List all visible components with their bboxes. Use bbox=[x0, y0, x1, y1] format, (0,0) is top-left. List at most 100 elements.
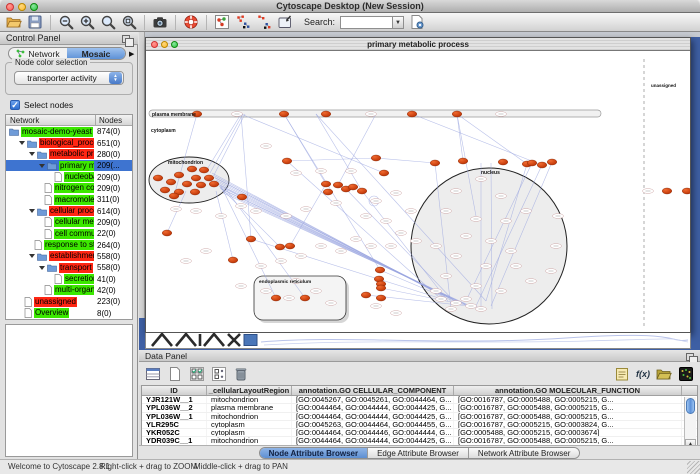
network-node[interactable] bbox=[228, 257, 238, 263]
network-node[interactable] bbox=[162, 230, 172, 236]
network-node[interactable] bbox=[321, 181, 331, 187]
column-header-molecular-function[interactable]: annotation.GO MOLECULAR_FUNCTION bbox=[454, 386, 682, 395]
tree-row[interactable]: cellular process614(0) bbox=[6, 205, 132, 216]
network-node[interactable] bbox=[371, 155, 381, 161]
tree-row[interactable]: secretion41(0) bbox=[6, 273, 132, 284]
zoom-window-button[interactable] bbox=[30, 3, 38, 11]
table-row[interactable]: YKR052Ccytoplasm[GO:0044464, GO:0044446,… bbox=[142, 429, 697, 437]
network-node[interactable] bbox=[376, 285, 386, 291]
search-dropdown-arrow[interactable]: ▼ bbox=[392, 16, 404, 29]
new-attribute-icon[interactable] bbox=[167, 366, 183, 382]
network-node[interactable] bbox=[407, 111, 417, 117]
column-header-region[interactable]: _cellularLayoutRegion bbox=[207, 386, 292, 395]
network-node[interactable] bbox=[153, 175, 163, 181]
tree-row[interactable]: establishment of lo558(0) bbox=[6, 251, 132, 262]
network-canvas[interactable]: plasma membranecytoplasmmitochondrionnuc… bbox=[146, 51, 690, 332]
network-node[interactable] bbox=[237, 194, 247, 200]
tree-expand-arrow-icon[interactable] bbox=[39, 266, 45, 270]
network-node[interactable] bbox=[348, 184, 358, 190]
network-node[interactable] bbox=[246, 236, 256, 242]
network-node[interactable] bbox=[376, 295, 386, 301]
network-node[interactable] bbox=[682, 188, 690, 194]
resize-grip[interactable] bbox=[687, 461, 700, 474]
close-window-button[interactable] bbox=[6, 3, 14, 11]
network-node[interactable] bbox=[458, 158, 468, 164]
help-icon[interactable] bbox=[183, 14, 199, 30]
network-node[interactable] bbox=[361, 292, 371, 298]
tree-expand-arrow-icon[interactable] bbox=[39, 164, 45, 168]
tree-row[interactable]: nucleobase-209(0) bbox=[6, 171, 132, 182]
network-node[interactable] bbox=[430, 160, 440, 166]
attribute-columns-icon[interactable] bbox=[145, 366, 161, 382]
tree-row[interactable]: mosaic-demo-yeast874(0) bbox=[6, 126, 132, 137]
network-node[interactable] bbox=[182, 181, 192, 187]
network-node[interactable] bbox=[537, 162, 547, 168]
network-node[interactable] bbox=[196, 182, 206, 188]
notes-icon[interactable] bbox=[614, 366, 630, 382]
tree-expand-arrow-icon[interactable] bbox=[29, 254, 35, 258]
network-node[interactable] bbox=[169, 193, 179, 199]
network-node[interactable] bbox=[160, 187, 170, 193]
tree-row[interactable]: Overview8(0) bbox=[6, 308, 132, 319]
tab-network-attribute-browser[interactable]: Network Attribute Browser bbox=[469, 448, 579, 458]
network-node[interactable] bbox=[379, 170, 389, 176]
tree-row[interactable]: response to stimulu264(0) bbox=[6, 239, 132, 250]
import-network-icon[interactable] bbox=[277, 14, 293, 30]
layout-nodes-a-icon[interactable] bbox=[235, 14, 251, 30]
layout-nodes-b-icon[interactable] bbox=[256, 14, 272, 30]
table-row[interactable]: YLR295Ccytoplasm[GO:0045263, GO:0044464,… bbox=[142, 421, 697, 429]
table-row[interactable]: YPL036W__2plasma membrane[GO:0044464, GO… bbox=[142, 404, 697, 412]
network-node[interactable] bbox=[333, 182, 343, 188]
network-node[interactable] bbox=[357, 188, 367, 194]
search-options-icon[interactable] bbox=[409, 14, 425, 30]
tree-row[interactable]: biological_process651(0) bbox=[6, 137, 132, 148]
zoom-network-window-button[interactable] bbox=[171, 41, 178, 48]
matrix-view-icon[interactable] bbox=[678, 366, 694, 382]
snapshot-icon[interactable] bbox=[152, 14, 168, 30]
tree-row[interactable]: cell communicat22(0) bbox=[6, 228, 132, 239]
tree-row[interactable]: metabolic process280(0) bbox=[6, 149, 132, 160]
tree-expand-arrow-icon[interactable] bbox=[19, 141, 25, 145]
zoom-in-icon[interactable] bbox=[79, 14, 95, 30]
network-node[interactable] bbox=[321, 111, 331, 117]
tree-row[interactable]: macromolecule311(0) bbox=[6, 194, 132, 205]
minimize-network-window-button[interactable] bbox=[161, 41, 168, 48]
save-session-icon[interactable] bbox=[27, 14, 43, 30]
network-node[interactable] bbox=[279, 111, 289, 117]
network-node[interactable] bbox=[187, 166, 197, 172]
network-node[interactable] bbox=[271, 295, 281, 301]
float-data-panel-icon[interactable] bbox=[686, 353, 694, 361]
tab-edge-attribute-browser[interactable]: Edge Attribute Browser bbox=[368, 448, 469, 458]
annotations-icon[interactable] bbox=[214, 14, 230, 30]
network-node[interactable] bbox=[375, 267, 385, 273]
delete-attribute-icon[interactable] bbox=[233, 366, 249, 382]
network-node[interactable] bbox=[662, 188, 672, 194]
search-input[interactable] bbox=[340, 16, 392, 29]
network-node[interactable] bbox=[190, 189, 200, 195]
open-session-icon[interactable] bbox=[6, 14, 22, 30]
network-node[interactable] bbox=[323, 189, 333, 195]
close-network-window-button[interactable] bbox=[151, 41, 158, 48]
unselect-attributes-icon[interactable] bbox=[211, 366, 227, 382]
formula-builder-icon[interactable]: f(x) bbox=[636, 366, 650, 382]
network-node[interactable] bbox=[547, 159, 557, 165]
network-node[interactable] bbox=[452, 111, 462, 117]
network-node[interactable] bbox=[199, 167, 209, 173]
table-row[interactable]: YPL036W__1mitochondrion[GO:0044464, GO:0… bbox=[142, 413, 697, 421]
tree-row[interactable]: cellular metabo209(0) bbox=[6, 217, 132, 228]
network-node[interactable] bbox=[174, 172, 184, 178]
table-scrollbar-thumb[interactable] bbox=[686, 398, 695, 414]
tree-row[interactable]: multi-organism pro42(0) bbox=[6, 285, 132, 296]
network-node[interactable] bbox=[275, 244, 285, 250]
tree-row[interactable]: transport558(0) bbox=[6, 262, 132, 273]
node-color-dropdown[interactable]: transporter activity ▲▼ bbox=[14, 71, 124, 85]
network-node[interactable] bbox=[191, 175, 201, 181]
import-attributes-icon[interactable] bbox=[656, 366, 672, 382]
network-node[interactable] bbox=[285, 243, 295, 249]
tab-node-attribute-browser[interactable]: Node Attribute Browser bbox=[260, 448, 369, 458]
network-node[interactable] bbox=[166, 179, 176, 185]
zoom-to-fit-icon[interactable] bbox=[121, 14, 137, 30]
tree-row[interactable]: primary metabo209(... bbox=[6, 160, 132, 171]
network-node[interactable] bbox=[282, 158, 292, 164]
network-window-titlebar[interactable]: primary metabolic process bbox=[146, 38, 690, 51]
